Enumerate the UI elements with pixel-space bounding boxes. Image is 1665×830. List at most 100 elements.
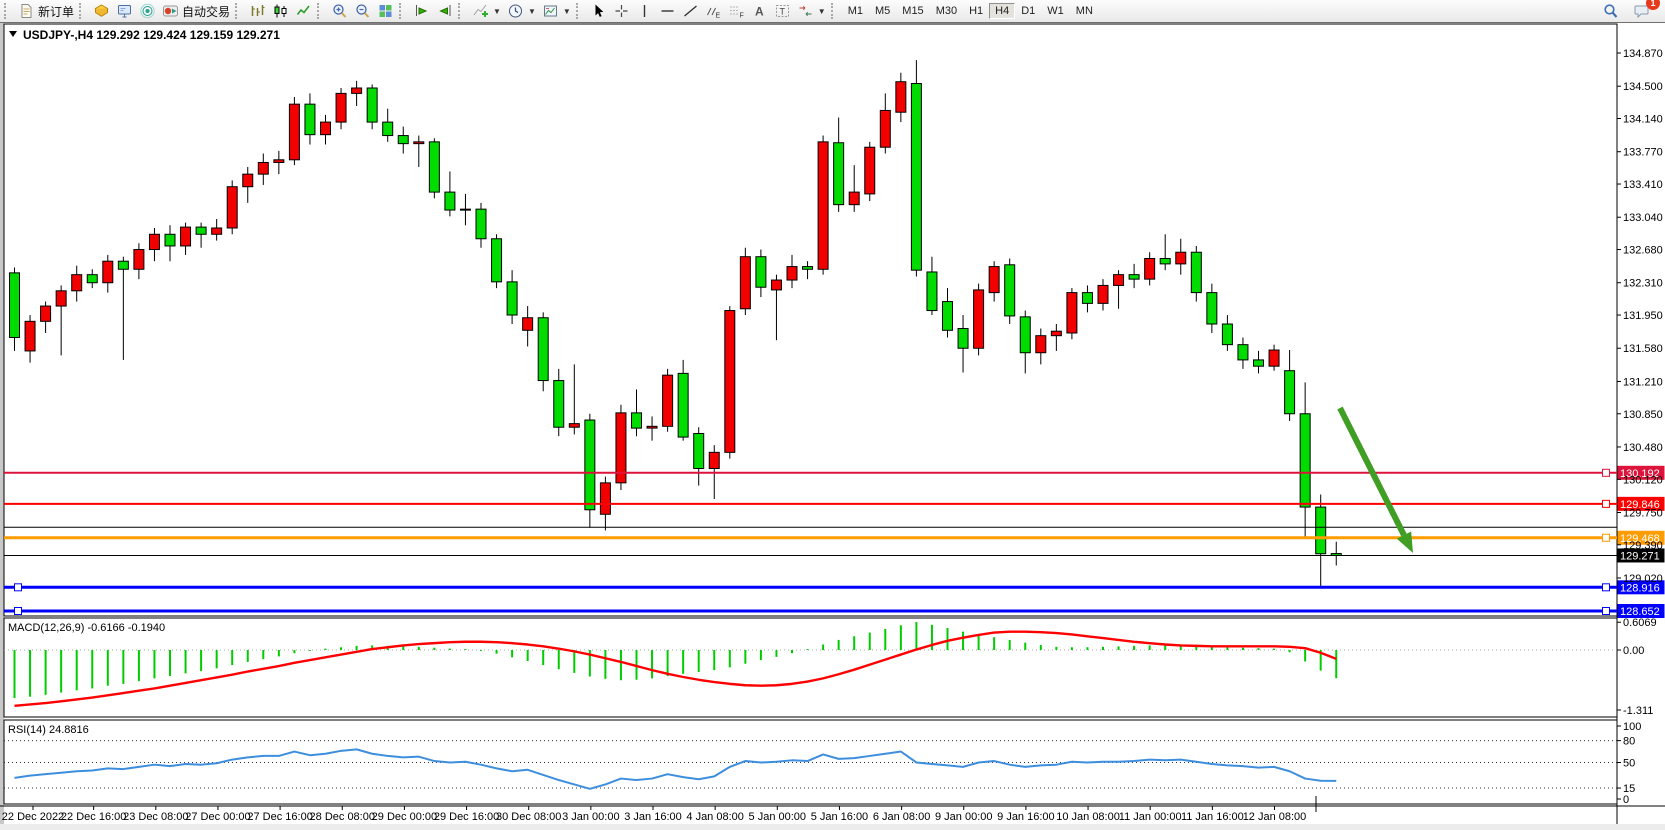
- macd-pane[interactable]: [4, 618, 1617, 717]
- chevron-down-icon[interactable]: ▼: [528, 7, 536, 16]
- timeframe-m5[interactable]: M5: [869, 3, 896, 19]
- candle: [974, 290, 984, 348]
- line-handle[interactable]: [1603, 608, 1610, 615]
- time-axis-label: 3 Jan 00:00: [562, 811, 620, 823]
- auto-scroll-button[interactable]: [410, 1, 433, 22]
- fibonacci-button[interactable]: F: [725, 1, 748, 22]
- candle: [678, 373, 688, 437]
- bars-icon: [249, 3, 266, 19]
- macd-axis-label: -1.311: [1623, 705, 1653, 717]
- line-handle[interactable]: [1603, 534, 1610, 541]
- line-handle[interactable]: [1603, 469, 1610, 476]
- time-axis-label: 5 Jan 00:00: [749, 811, 807, 823]
- zoom-out-button[interactable]: [351, 1, 374, 22]
- shift-icon: [436, 3, 453, 19]
- indicators-button[interactable]: ▼: [469, 1, 504, 22]
- rsi-axis-label: 50: [1623, 758, 1635, 770]
- candlestick-chart-button[interactable]: [269, 1, 292, 22]
- svg-text:A: A: [755, 5, 764, 19]
- new-order-button[interactable]: 新订单: [15, 1, 77, 22]
- candle: [1082, 293, 1092, 304]
- search-button[interactable]: [1599, 1, 1622, 22]
- elliott-icon: E: [705, 3, 722, 19]
- candle: [1269, 350, 1279, 366]
- candle: [1051, 331, 1061, 335]
- templates-button[interactable]: ▼: [539, 1, 574, 22]
- chevron-down-icon[interactable]: ▼: [563, 7, 571, 16]
- price-axis-label: 129.390: [1623, 540, 1663, 552]
- candle: [523, 318, 533, 331]
- chevron-down-icon[interactable]: ▼: [818, 7, 826, 16]
- candle: [1129, 275, 1139, 279]
- timeframe-h1[interactable]: H1: [963, 3, 989, 19]
- textT-icon: T: [774, 3, 791, 19]
- trendline-button[interactable]: [679, 1, 702, 22]
- time-axis-label: 12 Jan 08:00: [1243, 811, 1307, 823]
- notifications-button[interactable]: 1: [1630, 1, 1653, 22]
- price-axis-label: 131.210: [1623, 376, 1663, 388]
- line-handle[interactable]: [1603, 584, 1610, 591]
- candle: [476, 209, 486, 239]
- toolbar-separator: [831, 3, 838, 19]
- candle: [258, 162, 268, 174]
- cursor-button[interactable]: [587, 1, 610, 22]
- candle: [227, 187, 237, 228]
- timeframe-m15[interactable]: M15: [896, 3, 929, 19]
- price-axis-label: 133.040: [1623, 212, 1663, 224]
- market-watch-button[interactable]: [90, 1, 113, 22]
- bar-chart-button[interactable]: [246, 1, 269, 22]
- timeframe-m30[interactable]: M30: [930, 3, 963, 19]
- tline-icon: [682, 3, 699, 19]
- candle: [1005, 265, 1015, 316]
- timeframe-h4[interactable]: H4: [989, 3, 1015, 19]
- candle: [41, 306, 51, 321]
- line-chart-button[interactable]: [292, 1, 315, 22]
- candle: [725, 311, 735, 453]
- candle: [367, 88, 377, 122]
- candle: [445, 192, 455, 210]
- auto-trading-button[interactable]: 自动交易: [159, 1, 233, 22]
- template-icon: [542, 3, 559, 19]
- rsi-pane[interactable]: [4, 720, 1617, 804]
- arrows-button[interactable]: ▼: [794, 1, 829, 22]
- text-button[interactable]: A: [748, 1, 771, 22]
- horizontal-line-button[interactable]: [656, 1, 679, 22]
- line-handle[interactable]: [1603, 500, 1610, 507]
- timeframe-mn[interactable]: MN: [1070, 3, 1099, 19]
- candle: [1098, 285, 1108, 303]
- line-handle[interactable]: [15, 608, 22, 615]
- timeframe-d1[interactable]: D1: [1015, 3, 1041, 19]
- timeframe-w1[interactable]: W1: [1041, 3, 1070, 19]
- terminal-button[interactable]: [113, 1, 136, 22]
- hline-icon: [659, 3, 676, 19]
- monitor-icon: [116, 3, 133, 19]
- text-label-button[interactable]: T: [771, 1, 794, 22]
- zoom-in-button[interactable]: [328, 1, 351, 22]
- candle: [538, 318, 548, 381]
- periods-button[interactable]: ▼: [504, 1, 539, 22]
- signals-button[interactable]: [136, 1, 159, 22]
- time-axis-label: 9 Jan 16:00: [997, 811, 1055, 823]
- line-handle[interactable]: [15, 584, 22, 591]
- toolbar-separator: [458, 3, 465, 19]
- candle: [880, 110, 890, 147]
- chart-shift-button[interactable]: [433, 1, 456, 22]
- elliott-wave-button[interactable]: E: [702, 1, 725, 22]
- price-badge-label: 129.271: [1620, 550, 1660, 562]
- svg-text:T: T: [779, 7, 785, 17]
- candle: [165, 234, 175, 246]
- time-axis-label: 5 Jan 16:00: [811, 811, 869, 823]
- timeframe-m1[interactable]: M1: [842, 3, 869, 19]
- candle: [911, 84, 921, 271]
- price-axis-label: 131.580: [1623, 343, 1663, 355]
- time-axis-label: 3 Jan 16:00: [624, 811, 682, 823]
- chevron-down-icon[interactable]: ▼: [493, 7, 501, 16]
- autotrade-icon: [162, 3, 179, 19]
- candle: [72, 275, 82, 291]
- tile-windows-button[interactable]: [374, 1, 397, 22]
- vertical-line-button[interactable]: [633, 1, 656, 22]
- zoom-out-icon: [354, 3, 371, 19]
- crosshair-button[interactable]: [610, 1, 633, 22]
- price-axis-label: 129.750: [1623, 507, 1663, 519]
- svg-text:F: F: [739, 13, 743, 20]
